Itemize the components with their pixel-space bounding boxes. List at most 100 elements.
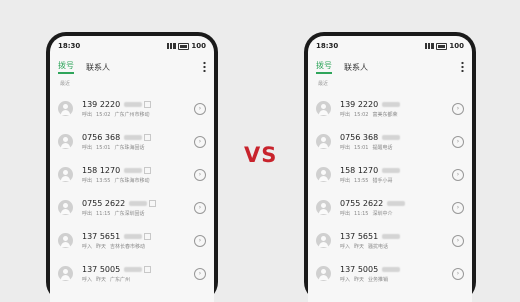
info-icon[interactable]: › bbox=[194, 168, 206, 181]
call-location: 深圳中介 bbox=[372, 210, 393, 217]
signal-icon bbox=[425, 43, 435, 49]
tab-dialer[interactable]: 拨号 bbox=[316, 60, 332, 74]
phone-screen: 18:30 100 拨号 联系人 最近 139 2220 呼出 15:02 广东广州… bbox=[50, 36, 214, 302]
blurred-digits bbox=[124, 266, 143, 272]
call-location: 广东珠海固话 bbox=[114, 144, 145, 151]
avatar-icon bbox=[316, 200, 331, 215]
call-location: 猎手小哥 bbox=[372, 177, 393, 184]
call-log-row[interactable]: 0756 368 呼出 15:01 提醒电话 › bbox=[308, 125, 472, 158]
call-log-row[interactable]: 137 5005 呼入 昨天 业务推销 › bbox=[308, 257, 472, 290]
blurred-digits bbox=[382, 266, 401, 272]
blurred-digits bbox=[124, 233, 143, 239]
more-menu-icon[interactable] bbox=[461, 61, 464, 72]
call-time: 昨天 bbox=[96, 243, 107, 250]
more-menu-icon[interactable] bbox=[203, 61, 206, 72]
call-type: 呼入 bbox=[82, 243, 93, 250]
avatar-icon bbox=[58, 266, 73, 281]
call-type: 呼出 bbox=[340, 177, 351, 184]
status-bar: 18:30 100 bbox=[50, 36, 214, 56]
call-time: 11:15 bbox=[354, 210, 369, 217]
call-time: 15:01 bbox=[96, 144, 111, 151]
call-location: 提醒电话 bbox=[372, 144, 393, 151]
info-icon[interactable]: › bbox=[452, 135, 464, 148]
call-log-row[interactable]: 137 5651 呼入 昨天 吉林长春市移动 › bbox=[50, 224, 214, 257]
blurred-digits bbox=[124, 101, 143, 107]
call-log-row[interactable]: 139 2220 呼出 15:02 广东广州市移动 › bbox=[50, 92, 214, 125]
info-icon[interactable]: › bbox=[452, 267, 464, 280]
call-log-row[interactable]: 139 2220 呼出 15:02 富美东都荣 › bbox=[308, 92, 472, 125]
avatar-icon bbox=[316, 134, 331, 149]
call-log-row[interactable]: 137 5651 呼入 昨天 骚扰电话 › bbox=[308, 224, 472, 257]
avatar-icon bbox=[316, 233, 331, 248]
call-type: 呼出 bbox=[82, 111, 93, 118]
info-icon[interactable]: › bbox=[452, 234, 464, 247]
info-icon[interactable]: › bbox=[194, 102, 206, 115]
call-location: 广东广州市移动 bbox=[114, 111, 150, 118]
avatar-icon bbox=[58, 200, 73, 215]
call-number: 137 5651 bbox=[82, 231, 121, 241]
call-location: 广东深圳固话 bbox=[114, 210, 145, 217]
info-icon[interactable]: › bbox=[194, 234, 206, 247]
call-type: 呼出 bbox=[340, 111, 351, 118]
call-number: 139 2220 bbox=[340, 99, 379, 109]
avatar-icon bbox=[316, 167, 331, 182]
call-number: 0756 368 bbox=[340, 132, 379, 142]
info-icon[interactable]: › bbox=[452, 168, 464, 181]
call-time: 13:55 bbox=[96, 177, 111, 184]
battery-icon bbox=[178, 42, 190, 50]
tab-contacts[interactable]: 联系人 bbox=[86, 62, 110, 73]
info-icon[interactable]: › bbox=[452, 201, 464, 214]
info-icon[interactable]: › bbox=[194, 201, 206, 214]
blurred-digits bbox=[382, 167, 401, 173]
sim-icon bbox=[144, 265, 152, 273]
call-log-row[interactable]: 0756 368 呼出 15:01 广东珠海固话 › bbox=[50, 125, 214, 158]
phone-screen: 18:30 100 拨号 联系人 最近 139 2220 呼出 15:02 富美东都… bbox=[308, 36, 472, 302]
call-location: 吉林长春市移动 bbox=[110, 243, 146, 250]
call-number: 139 2220 bbox=[82, 99, 121, 109]
call-time: 昨天 bbox=[354, 276, 365, 283]
call-number: 0756 368 bbox=[82, 132, 121, 142]
info-icon[interactable]: › bbox=[452, 102, 464, 115]
call-type: 呼入 bbox=[340, 243, 351, 250]
call-type: 呼出 bbox=[82, 210, 93, 217]
info-icon[interactable]: › bbox=[194, 267, 206, 280]
call-log-row[interactable]: 158 1270 呼出 13:55 猎手小哥 › bbox=[308, 158, 472, 191]
avatar-icon bbox=[58, 134, 73, 149]
section-label: 最近 bbox=[60, 81, 71, 87]
tab-contacts[interactable]: 联系人 bbox=[344, 62, 368, 73]
call-location: 富美东都荣 bbox=[372, 111, 398, 118]
call-number: 137 5005 bbox=[340, 264, 379, 274]
avatar-icon bbox=[316, 266, 331, 281]
call-log-row[interactable]: 0755 2622 呼出 11:15 广东深圳固话 › bbox=[50, 191, 214, 224]
call-time: 13:55 bbox=[354, 177, 369, 184]
sim-icon bbox=[149, 199, 157, 207]
call-time: 15:01 bbox=[354, 144, 369, 151]
call-log-list: 139 2220 呼出 15:02 广东广州市移动 › 0756 368 呼出 15:… bbox=[50, 92, 214, 290]
avatar-icon bbox=[316, 101, 331, 116]
call-type: 呼入 bbox=[340, 276, 351, 283]
call-log-row[interactable]: 137 5005 呼入 昨天 广东广州 › bbox=[50, 257, 214, 290]
call-type: 呼出 bbox=[340, 144, 351, 151]
info-icon[interactable]: › bbox=[194, 135, 206, 148]
blurred-digits bbox=[382, 233, 401, 239]
call-type: 呼出 bbox=[82, 177, 93, 184]
status-bar: 18:30 100 bbox=[308, 36, 472, 56]
status-time: 18:30 bbox=[316, 42, 339, 50]
battery-level: 100 bbox=[449, 42, 464, 50]
blurred-digits bbox=[129, 200, 148, 206]
call-log-row[interactable]: 0755 2622 呼出 11:15 深圳中介 › bbox=[308, 191, 472, 224]
tab-bar: 拨号 联系人 bbox=[50, 56, 214, 78]
call-time: 15:02 bbox=[96, 111, 111, 118]
avatar-icon bbox=[58, 233, 73, 248]
blurred-digits bbox=[382, 101, 401, 107]
tab-dialer[interactable]: 拨号 bbox=[58, 60, 74, 74]
call-number: 0755 2622 bbox=[82, 198, 126, 208]
sim-icon bbox=[144, 166, 152, 174]
call-number: 0755 2622 bbox=[340, 198, 384, 208]
call-time: 15:02 bbox=[354, 111, 369, 118]
call-log-row[interactable]: 158 1270 呼出 13:55 广东珠海市移动 › bbox=[50, 158, 214, 191]
battery-level: 100 bbox=[191, 42, 206, 50]
phone-left: 18:30 100 拨号 联系人 最近 139 2220 呼出 15:02 广东广州… bbox=[46, 32, 218, 302]
call-location: 业务推销 bbox=[368, 276, 389, 283]
call-location: 广东广州 bbox=[110, 276, 131, 283]
